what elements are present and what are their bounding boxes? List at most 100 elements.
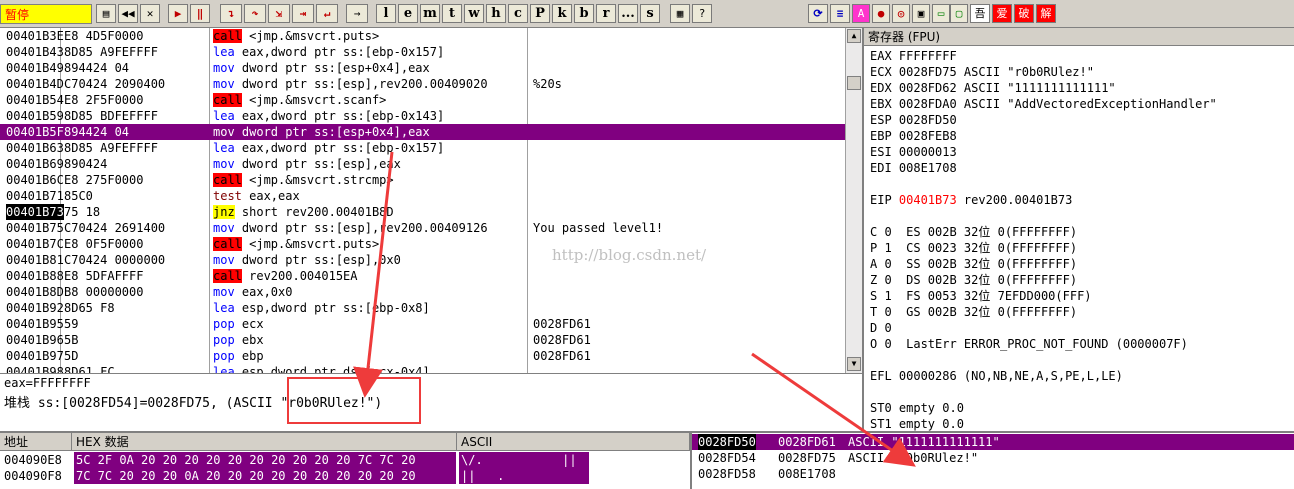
- disasm-row[interactable]: 00401B7C E8 0F5F0000 call <jmp.&msvcrt.put…: [0, 236, 845, 252]
- disasm-row[interactable]: 00401B69 890424 mov dword ptr ss:[esp],eax: [0, 156, 845, 172]
- disasm-row[interactable]: 00401B59 8D85 BDFEFFFF lea eax,dword ptr s…: [0, 108, 845, 124]
- disasm-row[interactable]: 00401B54 E8 2F5F0000 call <jmp.&msvcrt.sca…: [0, 92, 845, 108]
- register-line[interactable]: T 0 GS 002B 32位 0(FFFFFFFF): [870, 304, 1077, 320]
- register-line[interactable]: D 0: [870, 320, 892, 336]
- register-line[interactable]: ECX 0028FD75 ASCII "r0b0RUlez!": [870, 64, 1094, 80]
- close-icon[interactable]: ✕: [140, 4, 160, 23]
- open-icon[interactable]: ▤: [96, 4, 116, 23]
- disasm-row[interactable]: 00401B88 E8 5DFAFFFF call rev200.004015EA: [0, 268, 845, 284]
- rewind-icon[interactable]: ◀◀: [118, 4, 138, 23]
- toolbar-jie-button[interactable]: 解: [1036, 4, 1056, 23]
- register-line[interactable]: ESI 00000013: [870, 144, 957, 160]
- disasm-row[interactable]: 00401B71 85C0 test eax,eax: [0, 188, 845, 204]
- register-line[interactable]: P 1 CS 0023 32位 0(FFFFFFFF): [870, 240, 1077, 256]
- memory-dump-pane[interactable]: 地址 HEX 数据 ASCII 004090E8 5C 2F 0A 20 20 2…: [0, 431, 690, 489]
- run-icon[interactable]: ▶: [168, 4, 188, 23]
- stack-row[interactable]: 0028FD50 0028FD61 ASCII "1111111111111": [692, 434, 1294, 450]
- disasm-row[interactable]: 00401B49 894424 04 mov dword ptr ss:[esp+0…: [0, 60, 845, 76]
- disasm-row[interactable]: 00401B8D B8 00000000 mov eax,0x0: [0, 284, 845, 300]
- toolbar-letter-button[interactable]: b: [574, 4, 594, 23]
- disasm-row[interactable]: 00401B96 5B pop ebx 0028FD61: [0, 332, 845, 348]
- disasm-operands: short rev200.00401B8D: [234, 205, 394, 219]
- dump-header-ascii[interactable]: ASCII: [457, 433, 690, 451]
- toolbar-letter-button[interactable]: h: [486, 4, 506, 23]
- register-line[interactable]: Z 0 DS 002B 32位 0(FFFFFFFF): [870, 272, 1077, 288]
- disasm-row[interactable]: 00401B63 8D85 A9FEFFFF lea eax,dword ptr s…: [0, 140, 845, 156]
- toolbar-ai-button[interactable]: 爱: [992, 4, 1012, 23]
- register-line[interactable]: ST1 empty 0.0: [870, 416, 964, 431]
- record-icon[interactable]: ●: [872, 4, 890, 23]
- toolbar-letter-button[interactable]: e: [398, 4, 418, 23]
- scroll-up-icon[interactable]: ▲: [847, 29, 861, 43]
- disassembly-scrollbar[interactable]: ▲ ▼: [845, 28, 862, 373]
- help-icon[interactable]: ?: [692, 4, 712, 23]
- toolbar-letter-button[interactable]: w: [464, 4, 484, 23]
- dump-header-hex[interactable]: HEX 数据: [72, 433, 457, 451]
- image-icon[interactable]: ▣: [912, 4, 930, 23]
- grid-icon[interactable]: ▦: [670, 4, 690, 23]
- register-line[interactable]: O 0 LastErr ERROR_PROC_NOT_FOUND (000000…: [870, 336, 1188, 352]
- toolbar-wu-button[interactable]: 吾: [970, 4, 990, 23]
- goto-icon[interactable]: →: [346, 4, 368, 23]
- toolbar-letter-button[interactable]: t: [442, 4, 462, 23]
- toolbar-letter-button[interactable]: l: [376, 4, 396, 23]
- disasm-row[interactable]: 00401B92 8D65 F8 lea esp,dword ptr ss:[ebp…: [0, 300, 845, 316]
- dump-header-address[interactable]: 地址: [0, 433, 72, 451]
- disasm-row[interactable]: 00401B6C E8 275F0000 call <jmp.&msvcrt.str…: [0, 172, 845, 188]
- disassembly-pane[interactable]: 00401B3E E8 4D5F0000 call <jmp.&msvcrt.put…: [0, 28, 845, 373]
- stack-row[interactable]: 0028FD54 0028FD75 ASCII "r0b0RUlez!": [692, 450, 1294, 466]
- disasm-row[interactable]: 00401B81 C70424 0000000 mov dword ptr ss:[…: [0, 252, 845, 268]
- trace-over-icon[interactable]: ⇥: [292, 4, 314, 23]
- execute-till-return-icon[interactable]: ↵: [316, 4, 338, 23]
- disasm-row[interactable]: 00401B75 C70424 2691400 mov dword ptr ss:[…: [0, 220, 845, 236]
- disasm-row[interactable]: 00401B97 5D pop ebp 0028FD61: [0, 348, 845, 364]
- register-line[interactable]: EBX 0028FDA0 ASCII "AddVectoredException…: [870, 96, 1217, 112]
- register-line[interactable]: EFL 00000286 (NO,NB,NE,A,S,PE,L,LE): [870, 368, 1123, 384]
- registers-pane[interactable]: 寄存器 (FPU) EAX FFFFFFFF ECX 0028FD75 ASCII…: [862, 28, 1294, 431]
- monitor-icon[interactable]: ▭: [932, 4, 950, 23]
- register-line[interactable]: EDX 0028FD62 ASCII "1111111111111": [870, 80, 1116, 96]
- register-line[interactable]: C 0 ES 002B 32位 0(FFFFFFFF): [870, 224, 1077, 240]
- disasm-row[interactable]: 00401B43 8D85 A9FEFFFF lea eax,dword ptr s…: [0, 44, 845, 60]
- toolbar-letter-button[interactable]: P: [530, 4, 550, 23]
- target-icon[interactable]: ◎: [892, 4, 910, 23]
- disasm-mnemonic: pop: [213, 317, 235, 331]
- stack-pane[interactable]: 0028FD50 0028FD61 ASCII "1111111111111" 002…: [690, 431, 1294, 489]
- dump-row[interactable]: 004090E8 5C 2F 0A 20 20 20 20 20 20 20 20…: [0, 452, 690, 468]
- pause-icon[interactable]: ‖: [190, 4, 210, 23]
- disasm-row[interactable]: 00401B3E E8 4D5F0000 call <jmp.&msvcrt.put…: [0, 28, 845, 44]
- disasm-hex: 8D85 A9FEFFFF: [64, 141, 158, 155]
- trace-into-icon[interactable]: ⇲: [268, 4, 290, 23]
- window-icon[interactable]: ▢: [950, 4, 968, 23]
- toolbar-letter-button[interactable]: c: [508, 4, 528, 23]
- disasm-row[interactable]: 00401B73 75 18 jnz short rev200.00401B8D: [0, 204, 845, 220]
- list-icon[interactable]: ≡: [830, 4, 850, 23]
- register-line[interactable]: ESP 0028FD50: [870, 112, 957, 128]
- toolbar-letter-button[interactable]: m: [420, 4, 440, 23]
- step-over-icon[interactable]: ↷: [244, 4, 266, 23]
- disasm-row[interactable]: 00401B4D C70424 2090400 mov dword ptr ss:[…: [0, 76, 845, 92]
- disasm-row[interactable]: 00401B5F 894424 04 mov dword ptr ss:[esp+0…: [0, 124, 845, 140]
- toolbar-letter-button[interactable]: r: [596, 4, 616, 23]
- register-line[interactable]: S 1 FS 0053 32位 7EFDD000(FFF): [870, 288, 1092, 304]
- register-line[interactable]: EBP 0028FEB8: [870, 128, 957, 144]
- register-line[interactable]: EAX FFFFFFFF: [870, 48, 957, 64]
- toolbar-letter-button[interactable]: ...: [618, 4, 638, 23]
- toolbar-letter-button[interactable]: k: [552, 4, 572, 23]
- disasm-row[interactable]: 00401B98 8D61 FC lea esp,dword ptr ds:[ecx…: [0, 364, 845, 373]
- scroll-down-icon[interactable]: ▼: [847, 357, 861, 371]
- dump-row[interactable]: 004090F8 7C 7C 20 20 20 0A 20 20 20 20 20…: [0, 468, 690, 484]
- stack-row[interactable]: 0028FD58 008E1708: [692, 466, 1294, 482]
- scroll-thumb[interactable]: [847, 76, 861, 90]
- toolbar-letter-button[interactable]: s: [640, 4, 660, 23]
- step-into-icon[interactable]: ↴: [220, 4, 242, 23]
- register-line[interactable]: EIP 00401B73 rev200.00401B73: [870, 192, 1072, 208]
- register-line[interactable]: ST0 empty 0.0: [870, 400, 964, 416]
- refresh-icon[interactable]: ⟳: [808, 4, 828, 23]
- register-line[interactable]: A 0 SS 002B 32位 0(FFFFFFFF): [870, 256, 1077, 272]
- disasm-mnemonic: mov: [213, 77, 235, 91]
- toolbar-po-button[interactable]: 破: [1014, 4, 1034, 23]
- disasm-row[interactable]: 00401B95 59 pop ecx 0028FD61: [0, 316, 845, 332]
- toolbar-a-button[interactable]: A: [852, 4, 870, 23]
- register-line[interactable]: EDI 008E1708: [870, 160, 957, 176]
